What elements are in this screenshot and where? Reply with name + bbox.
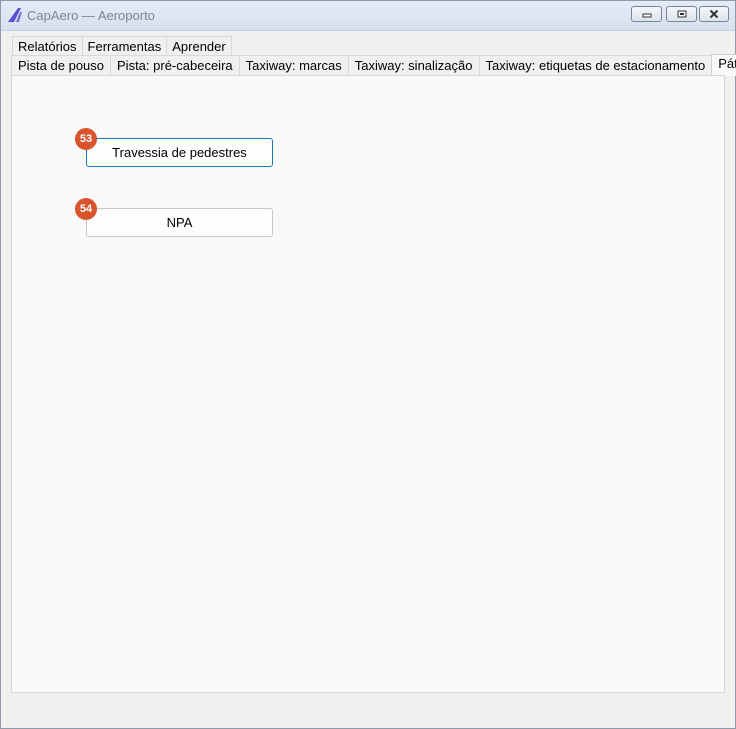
npa-button[interactable]: NPA [86,208,273,237]
close-button[interactable] [699,6,729,22]
tab-panel-patio: Travessia de pedestres 53 NPA 54 [11,75,725,693]
title-bar[interactable]: CapAero — Aeroporto [1,1,735,31]
minimize-icon [642,10,652,18]
travessia-de-pedestres-button[interactable]: Travessia de pedestres [86,138,273,167]
tab-pista-pre-cabeceira[interactable]: Pista: pré-cabeceira [110,55,240,75]
top-tab-row: Relatórios Ferramentas Aprender [12,36,232,55]
tab-pista-de-pouso[interactable]: Pista de pouso [11,55,112,75]
app-window: CapAero — Aeroporto Relatórios Ferrament… [0,0,736,729]
section-tab-row: Pista de pouso Pista: pré-cabeceira Taxi… [11,54,736,76]
tab-patio[interactable]: Pátio [711,54,736,76]
close-icon [709,9,719,19]
tab-taxiway-marcas[interactable]: Taxiway: marcas [238,55,349,75]
minimize-button[interactable] [631,6,662,22]
window-title: CapAero — Aeroporto [27,8,155,23]
tab-taxiway-sinalizacao[interactable]: Taxiway: sinalização [347,55,480,75]
tab-ferramentas[interactable]: Ferramentas [81,36,168,55]
tab-aprender[interactable]: Aprender [166,36,232,55]
app-logo-icon [7,7,23,23]
maximize-icon [677,10,687,18]
shortcut-badge: 54 [75,198,97,220]
maximize-button[interactable] [666,6,697,22]
tab-taxiway-etiquetas[interactable]: Taxiway: etiquetas de estacionamento [478,55,713,75]
shortcut-badge: 53 [75,128,97,150]
tab-relatorios[interactable]: Relatórios [12,36,83,55]
